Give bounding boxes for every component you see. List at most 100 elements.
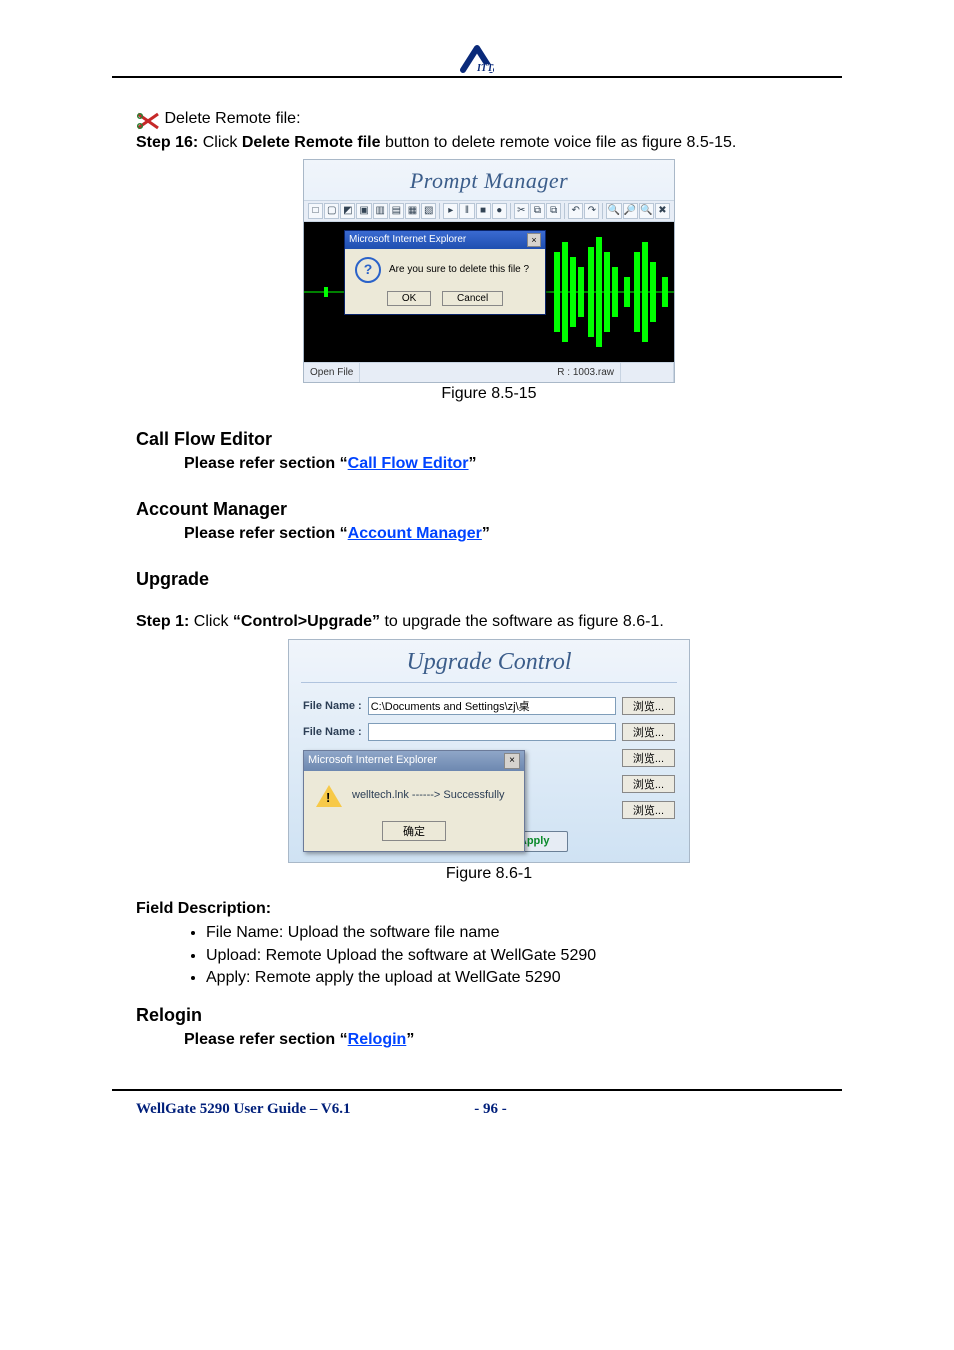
waveform-area: Microsoft Internet Explorer × ? Are you …: [304, 222, 674, 362]
account-manager-tail: ”: [482, 525, 490, 542]
toolbar-button[interactable]: ↶: [568, 203, 583, 219]
upgrade-heading: Upgrade: [136, 567, 842, 591]
call-flow-tail: ”: [469, 455, 477, 472]
status-file-name: R : 1003.raw: [551, 363, 621, 383]
step16-text-a: Click: [203, 134, 242, 151]
step16-line: Step 16: Click Delete Remote file button…: [136, 132, 842, 154]
toolbar-button[interactable]: ↷: [584, 203, 599, 219]
browse-button-5[interactable]: 浏览...: [622, 801, 675, 819]
prompt-manager-title: Prompt Manager: [304, 160, 674, 200]
footer-title: WellGate 5290 User Guide – V6.1: [136, 1101, 350, 1117]
figure-8-6-1-caption: Figure 8.6-1: [136, 863, 842, 885]
toolbar-button[interactable]: 🔎: [623, 203, 638, 219]
document-body: Delete Remote file: Step 16: Click Delet…: [136, 108, 842, 1051]
upgrade-divider: [301, 682, 677, 683]
toolbar-button[interactable]: □: [308, 203, 323, 219]
toolbar-button[interactable]: ▧: [421, 203, 436, 219]
ok-button[interactable]: 确定: [382, 821, 446, 841]
close-icon[interactable]: ×: [527, 233, 541, 247]
step16-label: Step 16:: [136, 134, 198, 151]
footer-page-number: - 96 -: [474, 1101, 507, 1117]
delete-confirm-dialog: Microsoft Internet Explorer × ? Are you …: [344, 230, 546, 315]
prompt-status-bar: Open File R : 1003.raw: [304, 362, 674, 383]
dialog-titlebar: Microsoft Internet Explorer ×: [345, 231, 545, 249]
warning-icon: [316, 785, 342, 807]
delete-remote-line: Delete Remote file:: [136, 108, 842, 130]
status-open-file: Open File: [304, 363, 360, 383]
step1-text-b: to upgrade the software as figure 8.6-1.: [384, 613, 663, 630]
file-name-label: File Name :: [303, 699, 362, 714]
relogin-line: Please refer section “Relogin”: [136, 1029, 842, 1051]
account-manager-line: Please refer section “Account Manager”: [136, 523, 842, 545]
browse-button-3[interactable]: 浏览...: [622, 749, 675, 767]
file-row-1: File Name : 浏览...: [289, 693, 689, 719]
figure-8-6-1: Upgrade Control File Name : 浏览... File N…: [136, 639, 842, 863]
toolbar-button[interactable]: ◩: [340, 203, 355, 219]
toolbar-button[interactable]: ‖: [459, 203, 474, 219]
toolbar-separator: [439, 203, 440, 219]
upgrade-success-dialog: Microsoft Internet Explorer × welltech.l…: [303, 750, 525, 852]
toolbar-button[interactable]: 🔍: [639, 203, 654, 219]
close-icon[interactable]: ×: [504, 753, 520, 769]
dialog-title: Microsoft Internet Explorer: [349, 233, 466, 247]
file-name-label: File Name :: [303, 725, 362, 740]
toolbar-button[interactable]: 🔍: [606, 203, 621, 219]
dialog-titlebar: Microsoft Internet Explorer ×: [304, 751, 524, 771]
svg-text:ITT: ITT: [476, 63, 494, 74]
toolbar-button[interactable]: ●: [492, 203, 507, 219]
toolbar-button[interactable]: ▦: [405, 203, 420, 219]
toolbar-separator: [564, 203, 565, 219]
browse-button-2[interactable]: 浏览...: [622, 723, 675, 741]
account-manager-lead: Please refer section “: [184, 525, 348, 542]
question-icon: ?: [355, 257, 381, 283]
list-item: Upload: Remote Upload the software at We…: [206, 945, 842, 967]
upgrade-control-title: Upgrade Control: [289, 640, 689, 680]
step1-text-a: Click: [194, 613, 233, 630]
toolbar-button[interactable]: ▥: [373, 203, 388, 219]
ok-button[interactable]: OK: [387, 291, 431, 306]
relogin-tail: ”: [406, 1031, 414, 1048]
toolbar-button[interactable]: ⧉: [546, 203, 561, 219]
toolbar-button[interactable]: ⧉: [530, 203, 545, 219]
step1-label: Step 1:: [136, 613, 189, 630]
scissors-delete-icon: [136, 110, 164, 127]
header-logo: ITT: [459, 44, 495, 79]
delete-label: Delete Remote file:: [164, 110, 300, 127]
call-flow-line: Please refer section “Call Flow Editor”: [136, 453, 842, 475]
figure-8-5-15: Prompt Manager □▢◩▣▥▤▦▧▸‖■●✂⧉⧉↶↷🔍🔎🔍✖: [136, 159, 842, 383]
list-item: File Name: Upload the software file name: [206, 922, 842, 944]
file-name-input-2[interactable]: [368, 723, 616, 741]
browse-button-1[interactable]: 浏览...: [622, 697, 675, 715]
upgrade-control-panel: Upgrade Control File Name : 浏览... File N…: [288, 639, 690, 863]
toolbar-separator: [510, 203, 511, 219]
field-description-heading: Field Description:: [136, 898, 842, 920]
figure-8-5-15-caption: Figure 8.5-15: [136, 383, 842, 405]
dialog-message: welltech.lnk ------> Successfully: [352, 788, 505, 803]
browse-button-4[interactable]: 浏览...: [622, 775, 675, 793]
prompt-toolbar: □▢◩▣▥▤▦▧▸‖■●✂⧉⧉↶↷🔍🔎🔍✖: [304, 200, 674, 222]
relogin-link[interactable]: Relogin: [348, 1031, 407, 1048]
step16-bold: Delete Remote file: [242, 134, 381, 151]
toolbar-button[interactable]: ✖: [655, 203, 670, 219]
toolbar-button[interactable]: ▤: [389, 203, 404, 219]
relogin-heading: Relogin: [136, 1003, 842, 1027]
toolbar-button[interactable]: ✂: [514, 203, 529, 219]
list-item: Apply: Remote apply the upload at WellGa…: [206, 967, 842, 989]
upgrade-step1-line: Step 1: Click “Control>Upgrade” to upgra…: [136, 611, 842, 633]
file-row-2: File Name : 浏览...: [289, 719, 689, 745]
file-name-input-1[interactable]: [368, 697, 616, 715]
toolbar-separator: [602, 203, 603, 219]
account-manager-link[interactable]: Account Manager: [348, 525, 482, 542]
toolbar-button[interactable]: ▣: [356, 203, 371, 219]
call-flow-lead: Please refer section “: [184, 455, 348, 472]
relogin-lead: Please refer section “: [184, 1031, 348, 1048]
call-flow-editor-link[interactable]: Call Flow Editor: [348, 455, 469, 472]
account-manager-heading: Account Manager: [136, 497, 842, 521]
toolbar-button[interactable]: ■: [476, 203, 491, 219]
footer: WellGate 5290 User Guide – V6.1 - 96 -: [136, 1101, 842, 1118]
toolbar-button[interactable]: ▢: [324, 203, 339, 219]
footer-divider: [112, 1089, 842, 1091]
toolbar-button[interactable]: ▸: [443, 203, 458, 219]
cancel-button[interactable]: Cancel: [442, 291, 503, 306]
dialog-message: Are you sure to delete this file ?: [389, 263, 529, 277]
